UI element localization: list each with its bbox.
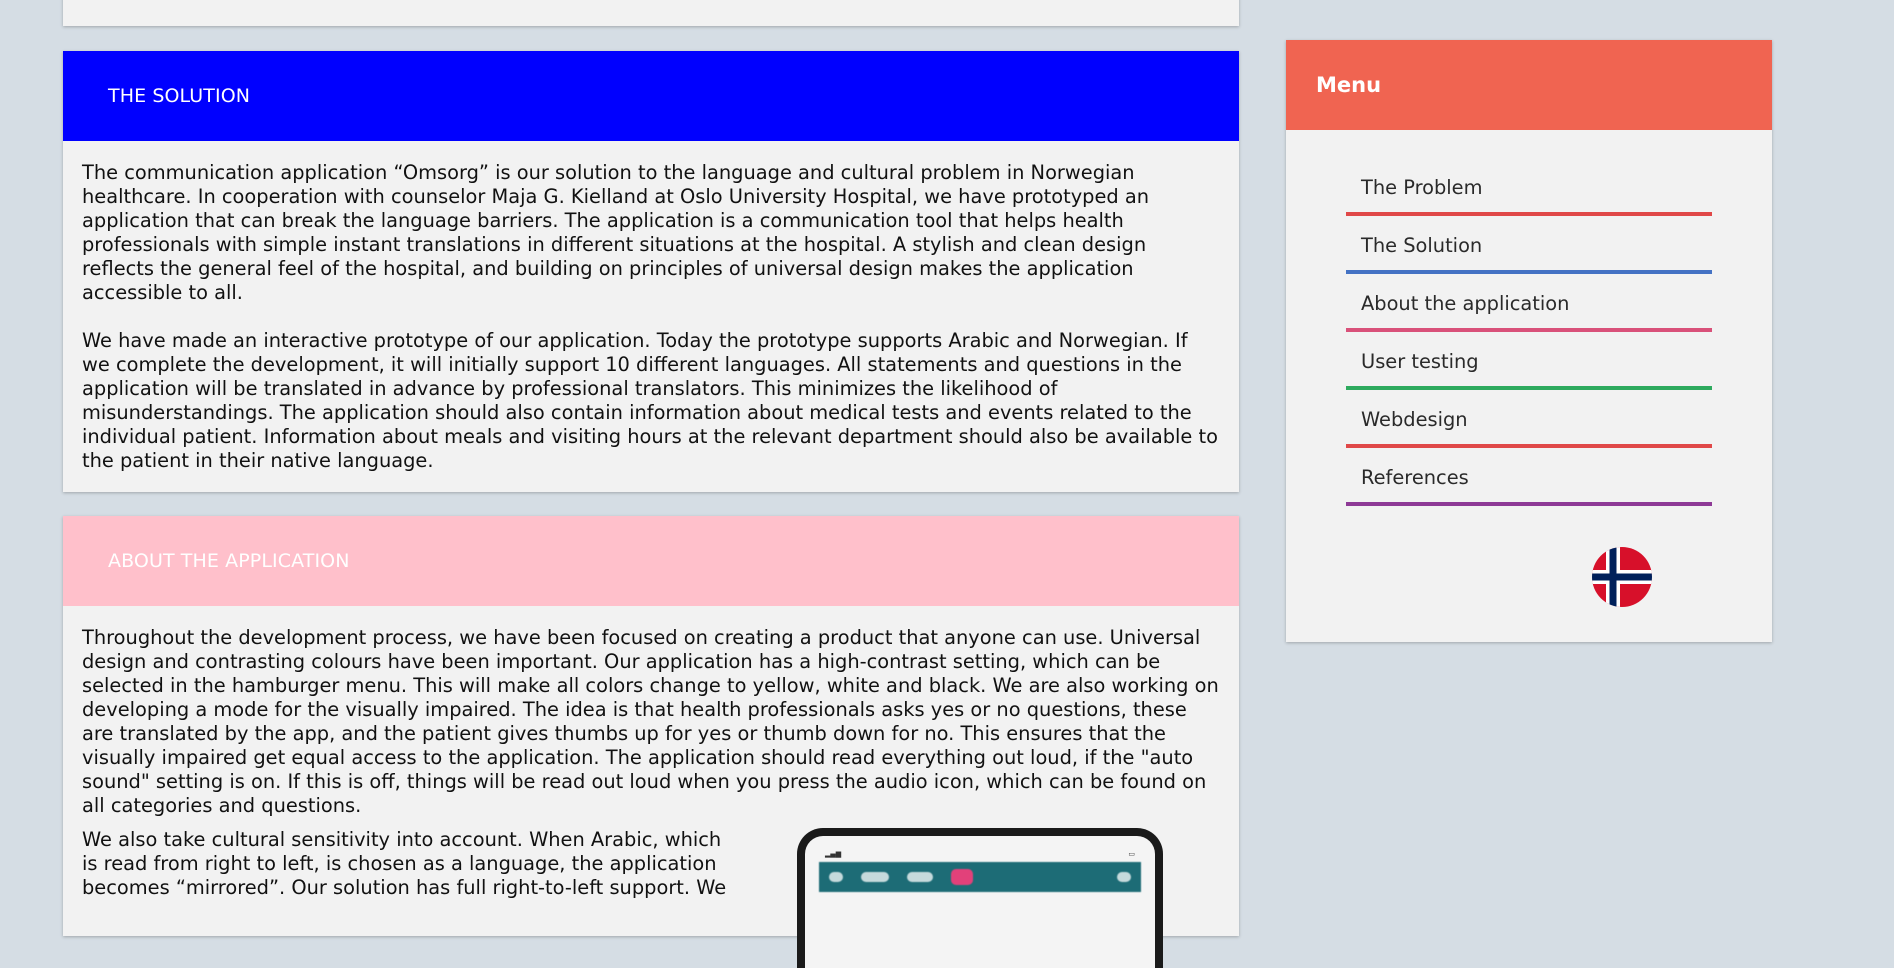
menu-item-label: The Problem	[1361, 175, 1483, 199]
about-paragraph: We also take cultural sensitivity into a…	[82, 828, 727, 899]
toolbar-label	[861, 872, 889, 882]
menu-item-label: About the application	[1361, 291, 1570, 315]
menu-item-references[interactable]: References	[1346, 448, 1712, 506]
menu-item-webdesign[interactable]: Webdesign	[1346, 390, 1712, 448]
solution-title: THE SOLUTION	[108, 85, 251, 107]
menu-item-the-problem[interactable]: The Problem	[1346, 158, 1712, 216]
search-icon	[1117, 872, 1131, 882]
solution-section: THE SOLUTION The communication applicati…	[63, 51, 1239, 492]
menu-item-user-testing[interactable]: User testing	[1346, 332, 1712, 390]
menu-item-about-the-application[interactable]: About the application	[1346, 274, 1712, 332]
menu-item-label: The Solution	[1361, 233, 1483, 257]
app-toolbar	[819, 862, 1141, 892]
previous-section-card	[63, 0, 1239, 26]
solution-paragraph: We have made an interactive prototype of…	[82, 329, 1218, 472]
tablet-status-bar: ▂▄▆ ▭	[819, 848, 1141, 860]
about-body: Throughout the development process, we h…	[63, 606, 1239, 968]
back-icon	[829, 872, 843, 882]
menu-title: Menu	[1316, 73, 1382, 97]
menu-item-label: Webdesign	[1361, 407, 1468, 431]
solution-header: THE SOLUTION	[63, 51, 1239, 141]
menu-header: Menu	[1286, 40, 1772, 130]
about-title: ABOUT THE APPLICATION	[108, 550, 350, 572]
about-section: ABOUT THE APPLICATION Throughout the dev…	[63, 516, 1239, 968]
about-header: ABOUT THE APPLICATION	[63, 516, 1239, 606]
profile-icon	[951, 869, 973, 885]
menu-item-label: References	[1361, 465, 1469, 489]
menu-list: The Problem The Solution About the appli…	[1346, 158, 1712, 506]
solution-paragraph: The communication application “Omsorg” i…	[82, 161, 1150, 304]
about-paragraph: Throughout the development process, we h…	[82, 626, 1219, 817]
tablet-screen: ▂▄▆ ▭	[805, 836, 1155, 968]
menu-item-label: User testing	[1361, 349, 1479, 373]
flag-graphic	[1592, 547, 1652, 607]
menu-item-the-solution[interactable]: The Solution	[1346, 216, 1712, 274]
side-menu: Menu The Problem The Solution About the …	[1286, 40, 1772, 642]
norwegian-flag-icon[interactable]	[1592, 547, 1652, 607]
tablet-mockup-image: ▂▄▆ ▭	[797, 828, 1163, 968]
toggle-icon	[907, 872, 933, 882]
solution-body: The communication application “Omsorg” i…	[63, 141, 1239, 473]
about-row: We also take cultural sensitivity into a…	[82, 828, 1219, 968]
